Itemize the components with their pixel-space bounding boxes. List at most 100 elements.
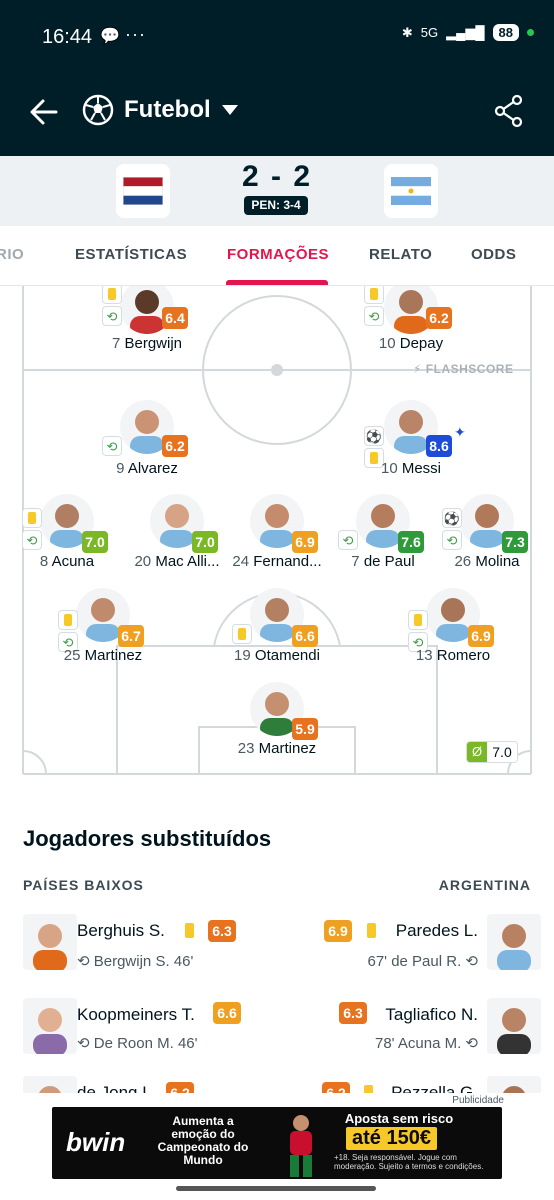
home-team-label: PAÍSES BAIXOS (23, 877, 144, 893)
player-otamendi[interactable]: 6.6 19 Otamendi (222, 588, 332, 678)
yellow-card-icon (102, 286, 122, 304)
substitution-icon: ⟲ (465, 953, 478, 970)
gesture-navigation-bar[interactable] (176, 1186, 376, 1191)
player-name: 9 Alvarez (116, 460, 178, 477)
sub-player-name[interactable]: Berghuis S. (77, 921, 165, 941)
substitutes-team-headers: PAÍSES BAIXOS ARGENTINA (23, 877, 531, 893)
goal-ball-icon: ⚽ (364, 426, 384, 446)
substitution-icon: ⟲ (102, 306, 122, 326)
substitutes-row: Berghuis S. 6.3 ⟲ Bergwijn S. 46' 6.9 Pa… (0, 914, 554, 986)
match-score: 2 - 2 (241, 160, 313, 193)
player-name: 10 Depay (378, 335, 444, 352)
player-martinez-lisandro[interactable]: ⟲ 6.7 25 Martinez (48, 588, 158, 678)
player-alvarez[interactable]: ⟲ 6.2 9 Alvarez (92, 400, 202, 490)
soccer-ball-icon (82, 94, 114, 126)
replaced-player: ⟲ Bergwijn S. 46' (77, 953, 194, 970)
network-type: 5G (420, 25, 439, 40)
ad-amount: até 150€ (346, 1127, 437, 1150)
substitution-icon: ⟲ (338, 530, 358, 550)
ad-offer: Aposta sem risco (344, 1111, 454, 1126)
player-avatar[interactable] (487, 914, 541, 970)
argentina-flag-icon[interactable] (384, 164, 438, 218)
sub-player-rating: 6.9 (324, 920, 352, 942)
match-score-header: 2 - 2 PEN: 3-4 (0, 156, 554, 226)
ad-headline: Aumenta a emoção do Campeonato do Mundo (157, 1114, 249, 1167)
substitutes-title: Jogadores substituídos (23, 826, 272, 851)
player-name: 8 Acuna (39, 553, 95, 570)
player-rating: 6.6 (292, 625, 318, 647)
sub-player-name[interactable]: Tagliafico N. (385, 1005, 478, 1025)
substitutes-row: Koopmeiners T. 6.6 ⟲ De Roon M. 46' 6.3 … (0, 998, 554, 1070)
more-notifications-icon: ··· (125, 24, 146, 44)
man-of-the-match-star-icon: ✦ (454, 424, 466, 440)
lineup-pitch: ⚡ FLASHSCORE ⟲ 6.4 7 Bergwijn ⟲ 6.2 10 D… (0, 286, 554, 780)
coach-rating: 7.0 (487, 742, 517, 762)
yellow-card-icon (367, 923, 376, 938)
bwin-logo: bwin (66, 1127, 126, 1157)
battery-indicator: 88 (492, 24, 519, 41)
player-name: 24 Fernand... (232, 553, 322, 570)
status-bar: 16:44 💬 ··· ✱ 5G ▂▄▆█ 88 (0, 0, 554, 72)
match-tabs: RIO ESTATÍSTICAS FORMAÇÕES RELATO ODDS (0, 226, 554, 286)
ad-fine-print: +18. Seja responsável. Jogue com moderaç… (334, 1153, 484, 1171)
player-rating: 7.6 (398, 531, 424, 553)
tab-odds[interactable]: ODDS (471, 246, 516, 263)
coach-rating-badge[interactable]: Ø 7.0 (466, 741, 518, 763)
player-de-paul[interactable]: ⟲ 7.6 7 de Paul (328, 494, 438, 584)
bluetooth-icon: ✱ (401, 24, 413, 40)
player-rating: 6.7 (118, 625, 144, 647)
ad-banner[interactable]: bwin Aumenta a emoção do Campeonato do M… (52, 1107, 502, 1179)
player-avatar[interactable] (23, 914, 77, 970)
signal-icon: ▂▄▆█ (446, 24, 485, 40)
player-depay[interactable]: ⟲ 6.2 10 Depay (356, 286, 466, 370)
goal-ball-icon: ⚽ (442, 508, 462, 528)
player-rating: 6.2 (162, 435, 188, 457)
player-avatar[interactable] (487, 998, 541, 1054)
player-messi[interactable]: ⚽ 8.6 ✦ 10 Messi (356, 400, 466, 490)
replaced-player: ⟲ De Roon M. 46' (77, 1035, 198, 1052)
yellow-card-icon (232, 624, 252, 644)
player-romero[interactable]: ⟲ 6.9 13 Romero (398, 588, 508, 678)
player-martinez-goalkeeper[interactable]: 5.9 23 Martinez (222, 682, 332, 772)
player-avatar[interactable] (23, 998, 77, 1054)
player-rating: 6.2 (426, 307, 452, 329)
substitution-icon: ⟲ (102, 436, 122, 456)
chevron-down-icon (221, 105, 238, 115)
player-fernandez[interactable]: 6.9 24 Fernand... (222, 494, 332, 584)
substitution-icon: ⟲ (364, 306, 384, 326)
back-arrow-icon[interactable] (26, 94, 62, 130)
tab-statistics[interactable]: ESTATÍSTICAS (75, 246, 187, 263)
sub-player-name[interactable]: Paredes L. (396, 921, 478, 941)
player-molina[interactable]: ⚽ ⟲ 7.3 26 Molina (432, 494, 542, 584)
substitution-icon: ⟲ (77, 953, 90, 970)
active-tab-indicator (226, 280, 328, 285)
sub-player-rating: 6.6 (213, 1002, 241, 1024)
player-rating: 7.0 (192, 531, 218, 553)
ad-label: Publicidade (452, 1095, 504, 1106)
player-mac-allister[interactable]: 7.0 20 Mac Alli... (122, 494, 232, 584)
player-name: 13 Romero (415, 647, 491, 664)
player-rating: 6.4 (162, 307, 188, 329)
clock: 16:44 (42, 26, 93, 48)
sub-player-name[interactable]: Koopmeiners T. (77, 1005, 195, 1025)
substitution-icon: ⟲ (22, 530, 42, 550)
share-icon[interactable] (494, 94, 524, 128)
player-name: 7 de Paul (351, 553, 415, 570)
tab-commentary[interactable]: RELATO (369, 246, 432, 263)
tab-lineups[interactable]: FORMAÇÕES (227, 246, 329, 263)
sport-selector[interactable]: Futebol (82, 94, 239, 126)
away-team-label: ARGENTINA (438, 877, 531, 893)
player-bergwijn[interactable]: ⟲ 6.4 7 Bergwijn (92, 286, 202, 370)
yellow-card-icon (22, 508, 42, 528)
sub-player-rating: 6.3 (208, 920, 236, 942)
yellow-card-icon (364, 286, 384, 304)
player-name: 25 Martinez (63, 647, 143, 664)
player-name: 20 Mac Alli... (134, 553, 220, 570)
privacy-dot-icon (527, 29, 534, 36)
yellow-card-icon (185, 923, 194, 938)
app-bar: Futebol (0, 72, 554, 156)
yellow-card-icon (408, 610, 428, 630)
replaced-player: 78' Acuna M. ⟲ (375, 1035, 478, 1052)
player-acuna[interactable]: ⟲ 7.0 8 Acuna (12, 494, 122, 584)
tab-resumo[interactable]: RIO (0, 246, 24, 263)
